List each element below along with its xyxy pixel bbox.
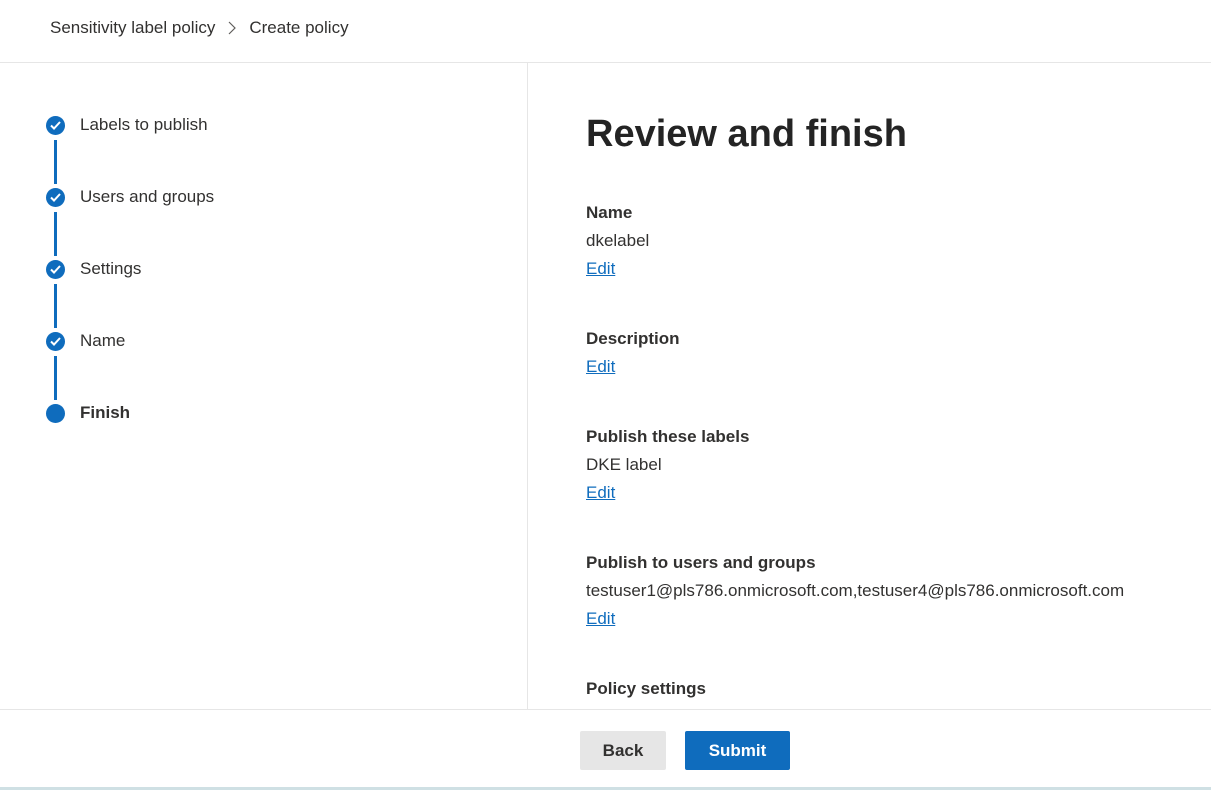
section-title: Publish these labels xyxy=(586,427,750,446)
step-label: Finish xyxy=(80,403,131,422)
back-button[interactable]: Back xyxy=(580,731,666,770)
section-title: Publish to users and groups xyxy=(586,553,816,572)
step-users-and-groups[interactable]: Users and groups xyxy=(46,187,214,207)
step-connector xyxy=(54,356,57,400)
step-label: Labels to publish xyxy=(80,115,208,134)
section-description: Description Edit xyxy=(586,328,680,378)
step-finish: Finish xyxy=(46,403,130,423)
section-title: Policy settings xyxy=(586,679,706,698)
chevron-right-icon xyxy=(227,21,237,35)
section-value: DKE label xyxy=(586,455,662,474)
section-publish-labels: Publish these labels DKE label Edit xyxy=(586,426,749,504)
section-value: testuser1@pls786.onmicrosoft.com,testuse… xyxy=(586,581,1125,600)
section-publish-users-groups: Publish to users and groups testuser1@pl… xyxy=(586,552,1124,630)
step-connector xyxy=(54,284,57,328)
breadcrumb-item-create-policy: Create policy xyxy=(249,18,349,37)
edit-users-groups-link[interactable]: Edit xyxy=(586,608,615,630)
breadcrumb: Sensitivity label policy Create policy xyxy=(50,18,349,38)
edit-name-link[interactable]: Edit xyxy=(586,258,615,280)
page-title: Review and finish xyxy=(586,113,907,155)
step-connector xyxy=(54,212,57,256)
checkmark-icon xyxy=(46,331,65,351)
submit-button[interactable]: Submit xyxy=(685,731,790,770)
wizard-footer: Back Submit xyxy=(0,709,1211,790)
step-name[interactable]: Name xyxy=(46,331,125,351)
section-value: dkelabel xyxy=(586,231,650,250)
wizard-steps-panel: Labels to publish Users and groups Setti… xyxy=(0,63,528,709)
step-label: Name xyxy=(80,331,126,350)
step-settings[interactable]: Settings xyxy=(46,259,141,279)
edit-description-link[interactable]: Edit xyxy=(586,356,615,378)
review-content: Review and finish Name dkelabel Edit Des… xyxy=(528,63,1211,709)
edit-labels-link[interactable]: Edit xyxy=(586,482,615,504)
checkmark-icon xyxy=(46,187,65,207)
section-name: Name dkelabel Edit xyxy=(586,202,649,280)
current-step-dot-icon xyxy=(46,403,65,423)
step-connector xyxy=(54,140,57,184)
section-title: Description xyxy=(586,329,680,348)
step-labels-to-publish[interactable]: Labels to publish xyxy=(46,115,208,135)
section-policy-settings: Policy settings xyxy=(586,678,706,700)
page-header: Sensitivity label policy Create policy xyxy=(0,0,1211,63)
checkmark-icon xyxy=(46,115,65,135)
section-title: Name xyxy=(586,203,633,222)
step-label: Users and groups xyxy=(80,187,215,206)
checkmark-icon xyxy=(46,259,65,279)
step-label: Settings xyxy=(80,259,142,278)
breadcrumb-item-sensitivity-label-policy[interactable]: Sensitivity label policy xyxy=(50,18,215,38)
